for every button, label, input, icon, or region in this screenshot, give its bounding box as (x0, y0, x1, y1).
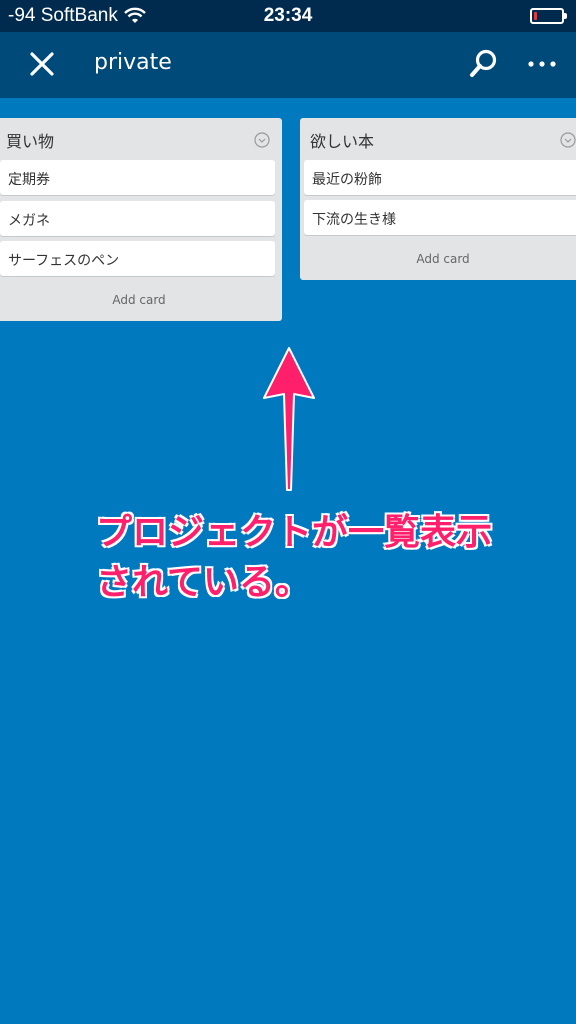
card-item[interactable]: 定期券 (0, 160, 275, 195)
list-wanted-books: 欲しい本 最近の粉飾 下流の生き様 Add card (300, 118, 576, 280)
card-item[interactable]: サーフェスのペン (0, 241, 275, 276)
list-title: 欲しい本 (310, 132, 375, 151)
annotation-line-2: されている。 (96, 562, 311, 603)
add-card-button[interactable]: Add card (0, 293, 282, 307)
list-menu-chevron-icon[interactable] (560, 132, 576, 148)
close-icon[interactable] (24, 46, 60, 82)
add-card-button[interactable]: Add card (300, 252, 576, 266)
list-title: 買い物 (6, 132, 55, 151)
board-title: private (94, 50, 172, 75)
status-bar: -94 SoftBank 23:34 (0, 0, 576, 32)
more-icon[interactable] (522, 46, 562, 82)
annotation-arrow-icon (263, 347, 315, 491)
list-shopping: 買い物 定期券 メガネ サーフェスのペン Add card (0, 118, 282, 321)
status-time: 23:34 (263, 5, 313, 26)
card-item[interactable]: メガネ (0, 201, 275, 236)
battery-icon (530, 8, 567, 24)
annotation-text: プロジェクトが一覧表示 されている。 (96, 508, 556, 608)
annotation-line-1: プロジェクトが一覧表示 (96, 512, 493, 553)
battery-level (534, 12, 537, 20)
card-item[interactable]: 最近の粉飾 (304, 160, 576, 195)
nav-bar: private (0, 32, 576, 98)
card-item[interactable]: 下流の生き様 (304, 200, 576, 235)
search-icon[interactable] (466, 46, 502, 82)
list-menu-chevron-icon[interactable] (254, 132, 270, 148)
